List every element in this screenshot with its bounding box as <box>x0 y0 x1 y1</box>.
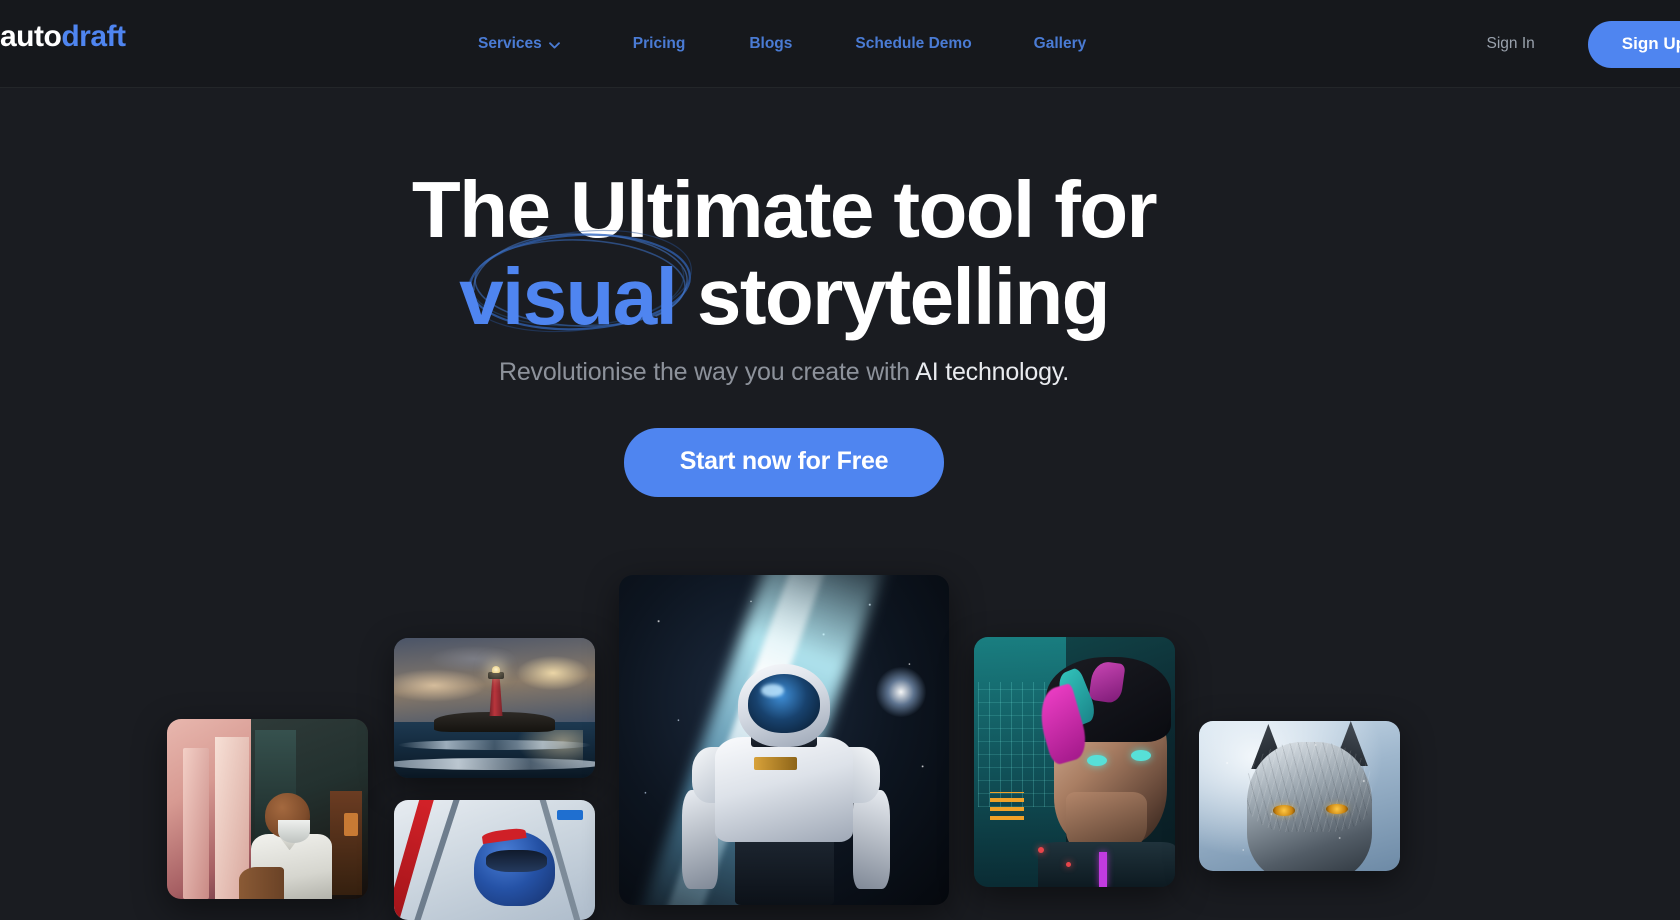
gallery-card-astronaut-cosmic[interactable] <box>619 575 949 905</box>
nav-item-pricing-label: Pricing <box>632 35 686 52</box>
hero-section: The Ultimate tool for visual storytellin… <box>0 88 1680 920</box>
site-header: autodraft Services Pricing Blogs Schedul… <box>0 0 1680 88</box>
hero-subtitle-emphasis: AI technology. <box>915 358 1070 386</box>
brand-logo-part-auto: auto <box>0 20 62 53</box>
gallery-card-wolf-portrait[interactable] <box>1199 721 1400 871</box>
headline-line-2-rest: storytelling <box>676 252 1111 342</box>
lighthouse-seascape-image <box>394 638 595 778</box>
nav-item-blogs[interactable]: Blogs <box>749 35 792 53</box>
chevron-down-icon <box>548 41 560 49</box>
gallery-card-elderly-man-portrait[interactable] <box>167 719 368 899</box>
brand-logo-part-draft: draft <box>61 20 126 53</box>
racing-helmet-image <box>394 800 595 920</box>
nav-item-services-label: Services <box>478 35 542 52</box>
nav-item-gallery-label: Gallery <box>1033 35 1087 52</box>
sign-in-link[interactable]: Sign In <box>1487 35 1535 53</box>
headline-line-2: visual storytelling <box>0 255 1568 338</box>
astronaut-cosmic-image <box>619 575 949 905</box>
nav-item-blogs-label: Blogs <box>749 35 793 52</box>
gallery-card-lighthouse-seascape[interactable] <box>394 638 595 778</box>
primary-navigation: Services Pricing Blogs Schedule Demo Gal… <box>478 0 1086 88</box>
auth-actions: Sign In Sign Up <box>1487 0 1680 88</box>
gallery-card-racing-helmet[interactable] <box>394 800 595 920</box>
nav-item-services[interactable]: Services <box>478 35 560 53</box>
wolf-portrait-image <box>1199 721 1400 871</box>
hero-cta-container: Start now for Free <box>0 428 1568 497</box>
page-title: The Ultimate tool for visual storytellin… <box>0 168 1568 338</box>
hero-subtitle-plain: Revolutionise the way you create with <box>498 358 916 386</box>
gallery-card-cyberpunk-portrait[interactable] <box>974 637 1175 887</box>
brand-logo[interactable]: autodraft <box>0 22 126 52</box>
nav-item-pricing[interactable]: Pricing <box>633 35 686 53</box>
cyberpunk-portrait-image <box>974 637 1175 887</box>
headline-highlight-visual: visual <box>459 252 678 342</box>
hero-subtitle: Revolutionise the way you create with AI… <box>0 356 1568 389</box>
headline-line-1: The Ultimate tool for <box>411 165 1158 254</box>
start-now-for-free-button[interactable]: Start now for Free <box>623 428 945 497</box>
nav-item-schedule-demo-label: Schedule Demo <box>855 35 972 52</box>
elderly-man-portrait-image <box>167 719 368 899</box>
nav-item-gallery[interactable]: Gallery <box>1034 35 1087 53</box>
sign-up-button[interactable]: Sign Up <box>1587 20 1680 68</box>
nav-item-schedule-demo[interactable]: Schedule Demo <box>855 35 971 53</box>
